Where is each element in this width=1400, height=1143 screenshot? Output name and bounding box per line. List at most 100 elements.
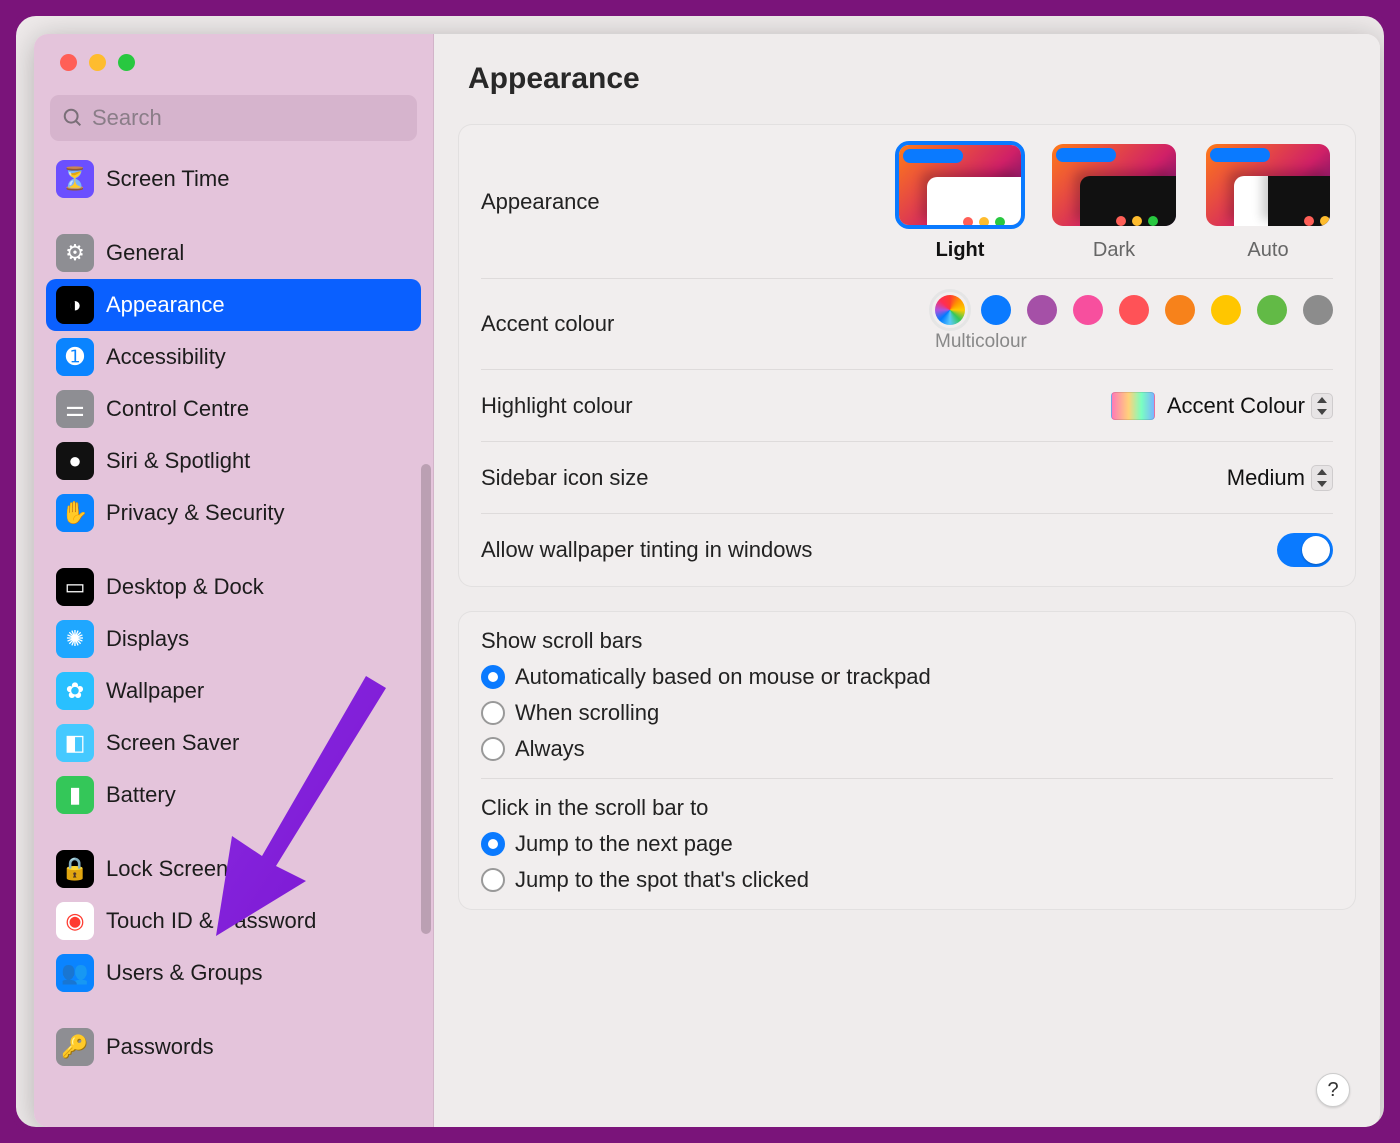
sidebar-item-desktop-dock[interactable]: ▭Desktop & Dock: [46, 561, 421, 613]
sidebar-item-privacy-security[interactable]: ✋ Privacy & Security: [46, 487, 421, 539]
sidebar-item-label: Appearance: [106, 292, 225, 318]
row-label: Accent colour: [481, 311, 935, 337]
radio-icon: [481, 832, 505, 856]
appearance-panel: Appearance Light DarkAuto Accent colour M…: [458, 124, 1356, 587]
thumb-label: Light: [936, 239, 985, 262]
page-title: Appearance: [458, 34, 1356, 124]
sidebar-item-label: Touch ID & Password: [106, 908, 316, 934]
accent-swatch[interactable]: [1165, 295, 1195, 325]
accent-swatch[interactable]: [1257, 295, 1287, 325]
zoom-icon[interactable]: [118, 54, 135, 71]
system-settings-window: ⏳ Screen Time ⚙ General ◑ Appearance ➊Accessib…: [34, 34, 1380, 1127]
sidebar-item-battery[interactable]: ▮Battery: [46, 769, 421, 821]
sidebar-item-siri-spotlight[interactable]: ● Siri & Spotlight: [46, 435, 421, 487]
sidebar-item-icon: ✺: [56, 620, 94, 658]
radio-option[interactable]: Jump to the spot that's clicked: [481, 867, 809, 893]
accent-swatch[interactable]: [1211, 295, 1241, 325]
radio-option[interactable]: When scrolling: [481, 700, 931, 726]
sidebar-item-icon: 👥: [56, 954, 94, 992]
minimize-icon[interactable]: [89, 54, 106, 71]
appearance-mode-row: Appearance Light DarkAuto: [481, 125, 1333, 279]
sidebar-item-label: Users & Groups: [106, 960, 263, 986]
radio-label: When scrolling: [515, 700, 659, 726]
radio-icon: [481, 737, 505, 761]
sidebar-item-icon: ◑: [56, 286, 94, 324]
accent-swatch[interactable]: [1303, 295, 1333, 325]
sidebar-item-label: Lock Screen: [106, 856, 228, 882]
radio-icon: [481, 701, 505, 725]
sidebar-item-accessibility[interactable]: ➊Accessibility: [46, 331, 421, 383]
select-value: Accent Colour: [1167, 393, 1305, 419]
sidebar-item-control-centre[interactable]: ⚌ Control Centre: [46, 383, 421, 435]
search-field[interactable]: [50, 95, 417, 141]
sidebar-item-appearance[interactable]: ◑ Appearance: [46, 279, 421, 331]
radio-label: Jump to the next page: [515, 831, 733, 857]
close-icon[interactable]: [60, 54, 77, 71]
accent-swatch[interactable]: [1073, 295, 1103, 325]
sidebar-item-icon: ✋: [56, 494, 94, 532]
radio-label: Jump to the spot that's clicked: [515, 867, 809, 893]
search-icon: [62, 107, 84, 129]
row-label: Sidebar icon size: [481, 465, 1227, 491]
sidebar-item-label: Siri & Spotlight: [106, 448, 250, 474]
sidebar-scrollbar[interactable]: [421, 464, 431, 934]
accent-swatch[interactable]: [1027, 295, 1057, 325]
show-scroll-bars-group: Show scroll bars Automatically based on …: [481, 612, 1333, 779]
sidebar-list: ⏳ Screen Time ⚙ General ◑ Appearance ➊Accessib…: [34, 149, 433, 1117]
group-title: Click in the scroll bar to: [481, 795, 708, 821]
sidebar-item-icon: ➊: [56, 338, 94, 376]
wallpaper-tinting-row: Allow wallpaper tinting in windows: [481, 514, 1333, 586]
row-label: Appearance: [481, 189, 895, 215]
accent-swatch[interactable]: [935, 295, 965, 325]
sidebar-item-icon: ⏳: [56, 160, 94, 198]
sidebar-item-icon: ⚌: [56, 390, 94, 428]
sidebar-item-icon: ●: [56, 442, 94, 480]
sidebar-item-users-groups[interactable]: 👥 Users & Groups: [46, 947, 421, 999]
radio-option[interactable]: Automatically based on mouse or trackpad: [481, 664, 931, 690]
sidebar-icon-size-select[interactable]: Medium: [1227, 465, 1333, 491]
search-input[interactable]: [92, 105, 405, 131]
radio-option[interactable]: Always: [481, 736, 931, 762]
sidebar-item-icon: ◧: [56, 724, 94, 762]
row-label: Highlight colour: [481, 393, 1111, 419]
group-title: Show scroll bars: [481, 628, 642, 654]
radio-option[interactable]: Jump to the next page: [481, 831, 809, 857]
sidebar-item-label: Screen Saver: [106, 730, 239, 756]
appearance-option-light[interactable]: Light: [895, 141, 1025, 262]
accent-caption: Multicolour: [935, 331, 1027, 353]
sidebar-item-general[interactable]: ⚙ General: [46, 227, 421, 279]
accent-swatch[interactable]: [1119, 295, 1149, 325]
sidebar-item-displays[interactable]: ✺Displays: [46, 613, 421, 665]
sidebar-item-icon: 🔑: [56, 1028, 94, 1066]
scroll-click-group: Click in the scroll bar to Jump to the n…: [481, 779, 1333, 909]
sidebar-item-icon: ▭: [56, 568, 94, 606]
radio-label: Automatically based on mouse or trackpad: [515, 664, 931, 690]
sidebar-item-label: General: [106, 240, 184, 266]
sidebar-item-label: Passwords: [106, 1034, 214, 1060]
sidebar-item-touch-id-password[interactable]: ◉Touch ID & Password: [46, 895, 421, 947]
appearance-option-dark[interactable]: Dark: [1049, 141, 1179, 262]
wallpaper-tinting-toggle[interactable]: [1277, 533, 1333, 567]
sidebar-item-label: Wallpaper: [106, 678, 204, 704]
highlight-swatch: [1111, 392, 1155, 420]
sidebar-item-icon: ✿: [56, 672, 94, 710]
sidebar-icon-size-row: Sidebar icon size Medium: [481, 442, 1333, 514]
sidebar-item-passwords[interactable]: 🔑 Passwords: [46, 1021, 421, 1073]
accent-swatch[interactable]: [981, 295, 1011, 325]
chevron-up-down-icon: [1311, 393, 1333, 419]
accent-colour-row: Accent colour Multicolour: [481, 279, 1333, 370]
sidebar-item-wallpaper[interactable]: ✿ Wallpaper: [46, 665, 421, 717]
sidebar-item-label: Control Centre: [106, 396, 249, 422]
appearance-option-auto[interactable]: Auto: [1203, 141, 1333, 262]
sidebar-item-screen-saver[interactable]: ◧ Screen Saver: [46, 717, 421, 769]
sidebar-item-label: Screen Time: [106, 166, 230, 192]
sidebar-item-lock-screen[interactable]: 🔒 Lock Screen: [46, 843, 421, 895]
radio-icon: [481, 665, 505, 689]
appearance-options: Light DarkAuto: [895, 141, 1333, 262]
help-button[interactable]: ?: [1316, 1073, 1350, 1107]
sidebar-item-icon: 🔒: [56, 850, 94, 888]
sidebar-item-label: Privacy & Security: [106, 500, 285, 526]
highlight-colour-select[interactable]: Accent Colour: [1167, 393, 1333, 419]
sidebar-item-screen-time[interactable]: ⏳ Screen Time: [46, 153, 421, 205]
sidebar-item-icon: ⚙: [56, 234, 94, 272]
